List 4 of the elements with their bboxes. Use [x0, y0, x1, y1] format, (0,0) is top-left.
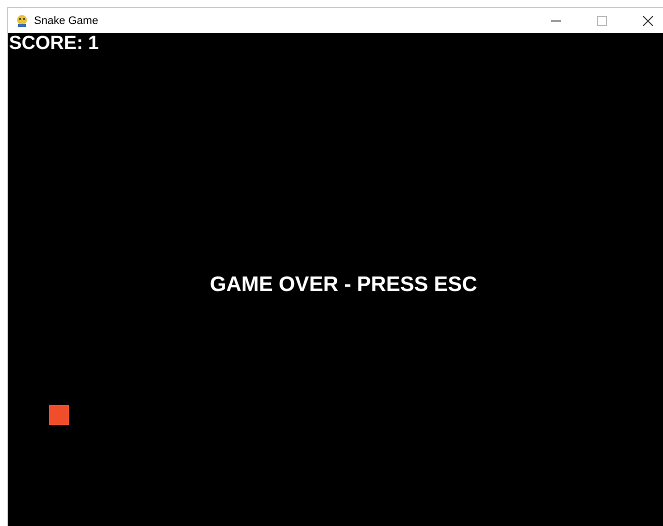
game-over-message: GAME OVER - PRESS ESC — [210, 273, 478, 297]
score-text: SCORE: 1 — [9, 33, 99, 55]
window-title: Snake Game — [34, 14, 98, 26]
close-icon[interactable] — [643, 16, 653, 26]
